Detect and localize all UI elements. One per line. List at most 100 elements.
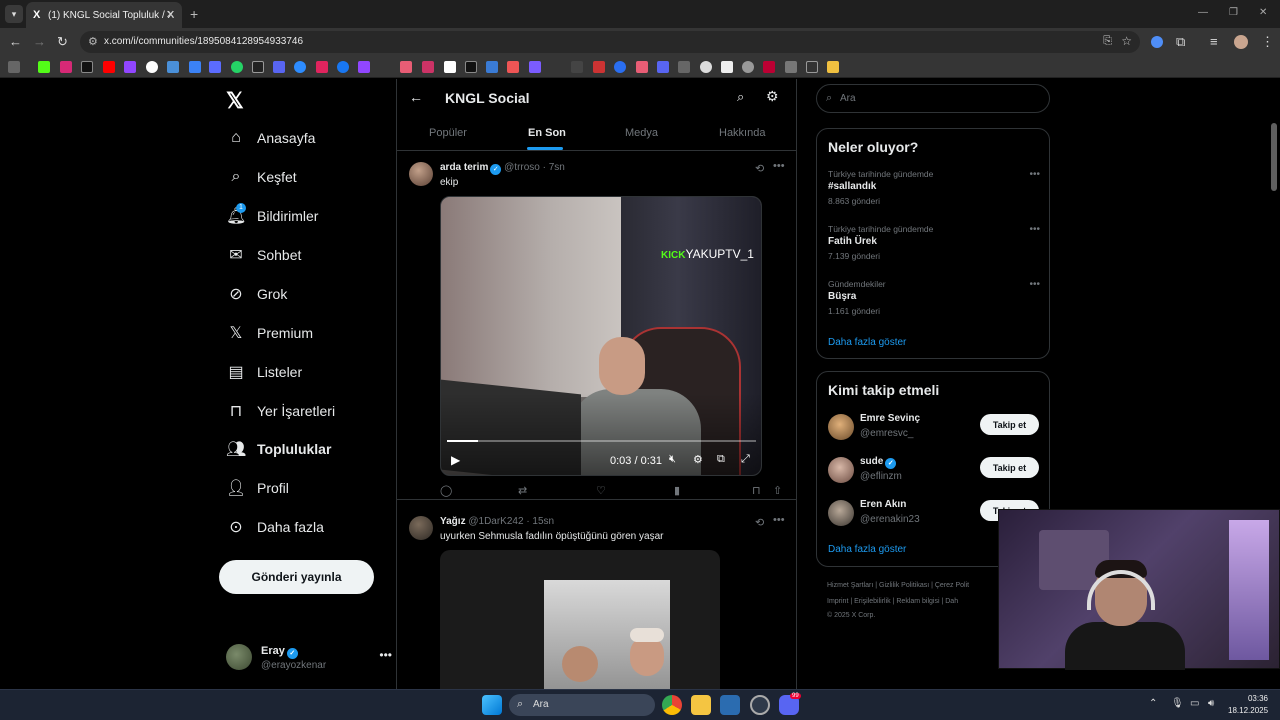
media-controls-icon[interactable]: ≡	[1210, 34, 1218, 49]
bookmark-icon-25[interactable]	[763, 61, 775, 73]
bookmark-icon-18[interactable]	[614, 61, 626, 73]
app-icon[interactable]	[750, 695, 770, 715]
bookmark-icon-5[interactable]	[273, 61, 285, 73]
bookmark-youtube-icon[interactable]	[103, 61, 115, 73]
bookmark-icon-19[interactable]	[636, 61, 648, 73]
settings-gear-icon[interactable]: ⚙	[693, 453, 703, 466]
file-explorer-icon[interactable]	[691, 695, 711, 715]
forward-icon[interactable]: →	[33, 34, 46, 49]
trend-item[interactable]: Türkiye tarihinde gündemde Fatih Ürek 7.…	[828, 224, 1040, 261]
show-more-link[interactable]: Daha fazla göster	[828, 337, 906, 348]
tab-latest[interactable]: En Son	[528, 127, 566, 139]
bookmark-icon[interactable]: ⊓	[752, 484, 761, 497]
bookmark-icon-27[interactable]	[806, 61, 818, 73]
tab-search-button[interactable]: ▾	[5, 5, 23, 23]
show-more-link[interactable]: Daha fazla göster	[828, 544, 906, 555]
retweet-icon[interactable]: ⇄	[518, 484, 527, 497]
reload-icon[interactable]: ↻	[57, 34, 68, 50]
reply-icon[interactable]: ◯	[440, 484, 452, 497]
bookmark-icon-26[interactable]	[785, 61, 797, 73]
video-progress-bar[interactable]	[447, 440, 756, 442]
bookmark-icon-6[interactable]	[294, 61, 306, 73]
windows-start-icon[interactable]	[482, 695, 502, 715]
bookmark-icon-15[interactable]	[529, 61, 541, 73]
bookmark-icon-14[interactable]	[507, 61, 519, 73]
tab-media[interactable]: Medya	[625, 127, 658, 139]
bookmark-folder-icon[interactable]	[827, 61, 839, 73]
bookmark-icon-16[interactable]	[571, 61, 583, 73]
bookmark-instagram-icon[interactable]	[60, 61, 72, 73]
sidebar-item-explore[interactable]: ⌕ Keşfet	[226, 162, 297, 192]
bookmark-icon-21[interactable]	[678, 61, 690, 73]
account-switcher[interactable]: Eray ✓ @erayozkenar •••	[226, 642, 392, 676]
store-icon[interactable]	[720, 695, 740, 715]
sidebar-item-home[interactable]: ⌂ Anasayfa	[226, 123, 315, 153]
site-info-icon[interactable]: ⚙	[88, 35, 98, 48]
volume-icon[interactable]: 🔊︎	[1208, 698, 1214, 709]
x-logo-icon[interactable]: 𝕏	[226, 88, 244, 114]
bookmark-icon-3[interactable]	[209, 61, 221, 73]
bookmark-icon-24[interactable]	[742, 61, 754, 73]
tweet[interactable]: arda terim ✓ @trroso · 7sn ⟲ ••• ekip KIC…	[397, 160, 797, 500]
community-repost-icon[interactable]: ⟲	[755, 162, 764, 175]
sidebar-item-more[interactable]: ⊙ Daha fazla	[226, 512, 324, 542]
sidebar-item-messages[interactable]: ✉ Sohbet	[226, 240, 301, 270]
new-tab-button[interactable]: +	[190, 6, 198, 22]
sidebar-item-lists[interactable]: ▤ Listeler	[226, 357, 302, 387]
search-input[interactable]: ⌕ Ara	[816, 84, 1050, 113]
bookmark-icon-17[interactable]	[593, 61, 605, 73]
sidebar-item-communities[interactable]: 👥︎ Topluluklar	[226, 434, 331, 464]
install-app-icon[interactable]: ⎘	[1103, 35, 1112, 48]
bookmark-icon-12[interactable]	[465, 61, 477, 73]
post-button[interactable]: Gönderi yayınla	[219, 560, 374, 594]
back-icon[interactable]: ←	[9, 34, 22, 49]
trend-item[interactable]: Gündemdekiler Büşra 1.161 gönderi •••	[828, 279, 1040, 316]
bookmark-icon-4[interactable]	[252, 61, 264, 73]
tweet[interactable]: Yağız @1DarK242 · 15sn ⟲ ••• uyurken Seh…	[397, 514, 797, 689]
tweet-media[interactable]	[440, 550, 720, 689]
more-dots-icon[interactable]: •••	[773, 514, 785, 526]
bookmark-google-icon[interactable]	[146, 61, 158, 73]
bookmark-twitch-icon[interactable]	[124, 61, 136, 73]
bookmark-icon-9[interactable]	[400, 61, 412, 73]
avatar[interactable]	[409, 162, 433, 186]
gear-icon[interactable]: ⚙	[766, 88, 779, 105]
tray-chevron-icon[interactable]: ⌃	[1149, 698, 1157, 709]
bookmark-icon-23[interactable]	[721, 61, 733, 73]
more-dots-icon[interactable]: •••	[1029, 224, 1040, 235]
fullscreen-icon[interactable]: ⤢	[741, 453, 750, 466]
bookmark-icon-2[interactable]	[189, 61, 201, 73]
bookmark-icon-11[interactable]	[444, 61, 456, 73]
bookmark-icon-22[interactable]	[700, 61, 712, 73]
views-icon[interactable]: ▮	[674, 484, 680, 497]
pip-icon[interactable]: ⧉	[717, 453, 725, 466]
share-icon[interactable]: ⇧	[773, 484, 782, 497]
bookmark-icon-7[interactable]	[316, 61, 328, 73]
bookmark-whatsapp-icon[interactable]	[231, 61, 243, 73]
bookmark-icon-8[interactable]	[358, 61, 370, 73]
sidebar-item-bookmarks[interactable]: ⊓ Yer İşaretleri	[226, 396, 335, 426]
trend-item[interactable]: Türkiye tarihinde gündemde #sallandık 8.…	[828, 169, 1040, 206]
footer-links[interactable]: Imprint | Erişilebilirlik | Reklam bilgi…	[827, 598, 958, 605]
like-icon[interactable]: ♡	[596, 484, 606, 497]
sidebar-item-profile[interactable]: 👤︎ Profil	[226, 473, 289, 503]
extensions-puzzle-icon[interactable]: ⧉	[1176, 34, 1185, 50]
clock[interactable]: 03:36 18.12.2025	[1228, 693, 1268, 717]
profile-avatar-icon[interactable]	[1234, 35, 1248, 49]
sidebar-item-notifications[interactable]: 🔔︎ 1 Bildirimler	[226, 201, 318, 231]
follow-suggestion[interactable]: sude ✓ @eflinzm Takip et	[828, 455, 1040, 485]
follow-button[interactable]: Takip et	[980, 457, 1039, 478]
more-dots-icon[interactable]: •••	[1029, 169, 1040, 180]
more-dots-icon[interactable]: •••	[773, 160, 785, 172]
bookmark-icon-1[interactable]	[167, 61, 179, 73]
follow-button[interactable]: Takip et	[980, 414, 1039, 435]
video-player[interactable]: KICKYAKUPTV_1 ▶ 0:03 / 0:31 🔇︎ ⚙ ⧉ ⤢	[440, 196, 762, 476]
search-icon[interactable]: ⌕	[737, 89, 744, 105]
community-repost-icon[interactable]: ⟲	[755, 516, 764, 529]
mute-icon[interactable]: 🔇︎	[669, 453, 676, 466]
maximize-icon[interactable]: ❐	[1229, 7, 1238, 18]
footer-links[interactable]: Hizmet Şartları | Gizlilik Politikası | …	[827, 582, 969, 589]
window-close-icon[interactable]: ✕	[1259, 7, 1267, 18]
browser-tab[interactable]: X (1) KNGL Social Topluluk / X ✕	[26, 2, 182, 28]
avatar[interactable]	[409, 516, 433, 540]
